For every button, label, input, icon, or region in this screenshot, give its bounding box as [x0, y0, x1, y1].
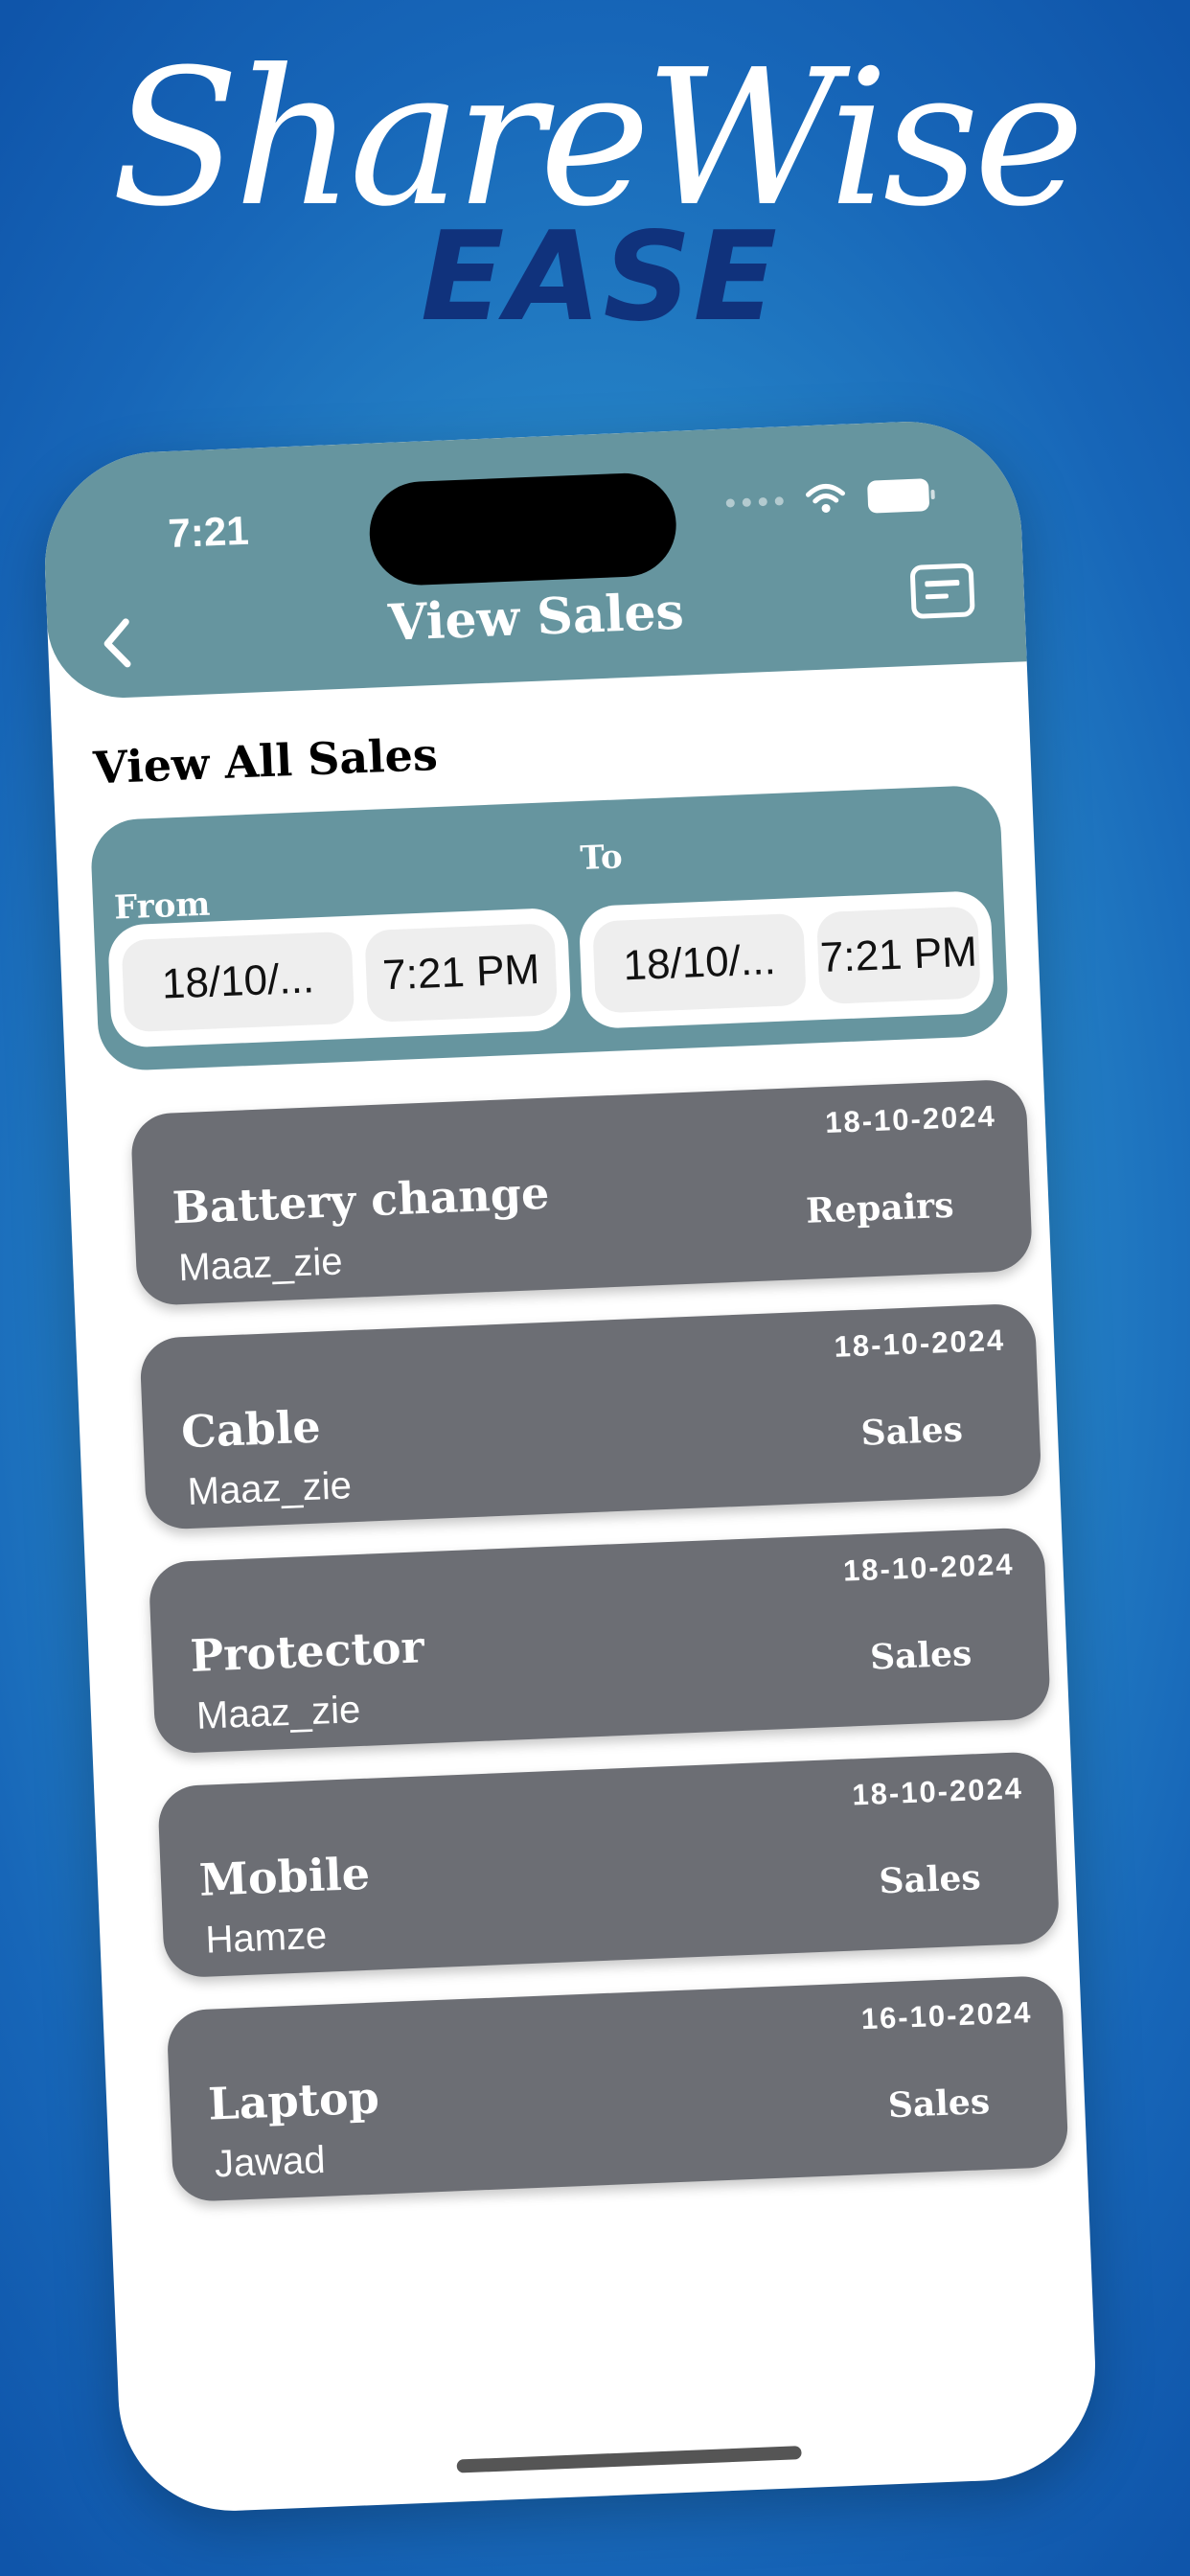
date-filter: From To 18/10/... 7:21 PM 18/10/... 7:21… — [89, 784, 1010, 1072]
nav-header: 7:21 View Sales — [40, 417, 1027, 702]
sale-user: Maaz_zie — [186, 1464, 353, 1514]
sale-category: Sales — [887, 2081, 991, 2127]
sale-date: 18-10-2024 — [851, 1771, 1024, 1812]
status-time: 7:21 — [167, 507, 250, 557]
from-group: 18/10/... 7:21 PM — [106, 907, 572, 1048]
sale-user: Maaz_zie — [177, 1240, 344, 1290]
menu-button[interactable] — [909, 563, 975, 619]
cellular-signal-icon — [725, 495, 784, 508]
sale-card[interactable]: 16-10-2024 Laptop Jawad Sales — [166, 1974, 1069, 2203]
nav-title: View Sales — [387, 582, 685, 653]
phone-screen: 7:21 View Sales View All Sales From To 1… — [40, 417, 1100, 2516]
sale-date: 16-10-2024 — [860, 1995, 1033, 2036]
sale-title: Battery change — [171, 1166, 551, 1234]
sale-user: Maaz_zie — [195, 1689, 362, 1737]
brand-banner: ShareWise EASE — [0, 38, 1190, 339]
sale-user: Jawad — [214, 2138, 327, 2186]
section-title: View All Sales — [92, 727, 439, 794]
sale-title: Cable — [180, 1400, 322, 1459]
sale-user: Hamze — [204, 1914, 329, 1962]
sale-card[interactable]: 18-10-2024 Battery change Maaz_zie Repai… — [129, 1078, 1034, 1306]
from-label: From — [113, 885, 212, 928]
card-icon-line — [925, 579, 960, 587]
to-date-picker[interactable]: 18/10/... — [592, 912, 807, 1014]
sale-title: Mobile — [197, 1847, 371, 1906]
sale-title: Laptop — [207, 2071, 380, 2130]
sale-card[interactable]: 18-10-2024 Mobile Hamze Sales — [157, 1751, 1061, 1979]
sale-category: Repairs — [805, 1184, 955, 1231]
sale-card[interactable]: 18-10-2024 Cable Maaz_zie Sales — [139, 1302, 1042, 1530]
sale-card[interactable]: 18-10-2024 Protector Maaz_zie Sales — [148, 1527, 1051, 1755]
sale-date: 18-10-2024 — [842, 1547, 1016, 1588]
from-date-picker[interactable]: 18/10/... — [121, 931, 355, 1033]
home-indicator[interactable] — [456, 2446, 802, 2473]
from-time-picker[interactable]: 7:21 PM — [364, 923, 559, 1024]
to-time-picker[interactable]: 7:21 PM — [816, 906, 981, 1005]
status-icons — [725, 478, 930, 518]
sale-category: Sales — [869, 1633, 973, 1678]
dynamic-island — [367, 471, 678, 587]
sales-list: 18-10-2024 Battery change Maaz_zie Repai… — [129, 1078, 1069, 2235]
sale-category: Sales — [878, 1857, 982, 1902]
sale-date: 18-10-2024 — [833, 1322, 1006, 1364]
sale-date: 18-10-2024 — [824, 1098, 997, 1140]
card-icon-line — [925, 593, 949, 600]
sale-category: Sales — [859, 1409, 964, 1454]
to-group: 18/10/... 7:21 PM — [578, 889, 995, 1030]
battery-icon — [866, 478, 930, 514]
to-label: To — [579, 838, 624, 879]
wifi-icon — [806, 484, 845, 513]
sale-title: Protector — [189, 1621, 425, 1683]
